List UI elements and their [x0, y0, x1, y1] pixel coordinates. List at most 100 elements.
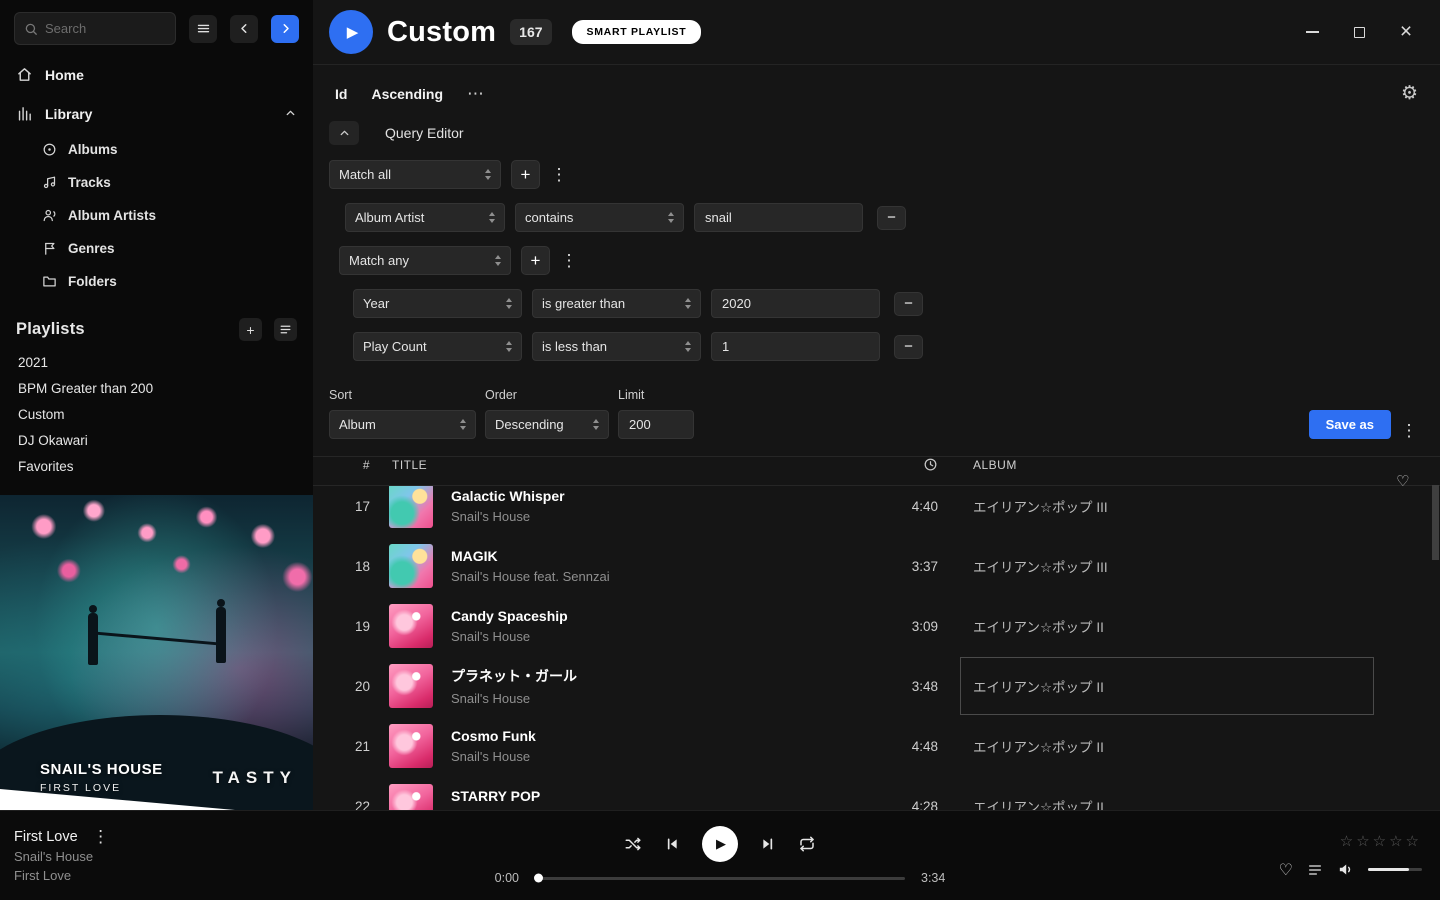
query-editor-collapse-button[interactable] — [329, 121, 359, 145]
sort-field-button[interactable]: Id — [335, 86, 347, 102]
volume-button[interactable] — [1337, 861, 1354, 878]
limit-label: Limit — [618, 388, 694, 402]
rule3-operator-select[interactable]: is less than — [532, 332, 701, 361]
sidebar-item-home[interactable]: Home — [0, 55, 313, 94]
rule2-value-input[interactable] — [711, 289, 880, 318]
sort-direction-button[interactable]: Ascending — [371, 86, 443, 102]
column-title[interactable]: TITLE — [392, 458, 435, 472]
now-playing-menu-button[interactable]: ⋮ — [92, 828, 110, 845]
now-playing-title[interactable]: First Love — [14, 829, 78, 845]
player-right: ☆☆☆☆☆ ♡ — [945, 832, 1426, 880]
rating-stars[interactable]: ☆☆☆☆☆ — [1340, 832, 1422, 850]
album-art-title: FIRST LOVE — [40, 782, 163, 794]
track-duration: 4:48 — [868, 739, 938, 754]
window-minimize-button[interactable] — [1304, 24, 1320, 40]
playlist-play-button[interactable]: ▶ — [329, 10, 373, 54]
rule1-field-select[interactable]: Album Artist — [345, 203, 505, 232]
playlist-view-button[interactable] — [274, 318, 297, 341]
kebab-icon: ⋮ — [551, 165, 568, 184]
scrollbar-thumb[interactable] — [1432, 485, 1439, 560]
queue-button[interactable] — [1307, 862, 1323, 878]
album-art-figures-arm — [96, 632, 218, 646]
now-playing-album-art[interactable]: SNAIL'S HOUSE FIRST LOVE TASTY — [0, 495, 313, 810]
player-bar: First Love ⋮ Snail's House First Love ▶ — [0, 810, 1440, 900]
track-artist: Snail's House feat. Sennzai — [451, 569, 868, 584]
add-playlist-button[interactable]: + — [239, 318, 262, 341]
add-rule-button-2[interactable]: + — [521, 246, 550, 275]
minimize-icon — [1306, 31, 1319, 33]
shuffle-button[interactable] — [624, 835, 642, 853]
volume-slider[interactable] — [1368, 868, 1422, 871]
playlist-item-favorites[interactable]: Favorites — [0, 453, 313, 479]
playlist-item-dj-okawari[interactable]: DJ Okawari — [0, 427, 313, 453]
now-playing-album[interactable]: First Love — [14, 868, 495, 883]
track-row-17[interactable]: 17 Galactic Whisper Snail's House 4:40 エ… — [313, 486, 1440, 536]
track-row-22[interactable]: 22 STARRY POP Snail's House 4:28 エイリアン☆ポ… — [313, 776, 1440, 810]
sidebar-item-folders[interactable]: Folders — [0, 265, 313, 298]
sort-select[interactable]: Album — [329, 410, 476, 439]
nav-back-button[interactable] — [230, 15, 258, 43]
rule3-value-input[interactable] — [711, 332, 880, 361]
add-rule-button-1[interactable]: + — [511, 160, 540, 189]
now-playing-artist[interactable]: Snail's House — [14, 849, 495, 864]
window-close-button[interactable]: × — [1398, 24, 1414, 40]
rule3-field-select[interactable]: Play Count — [353, 332, 522, 361]
playlist-item-bpm[interactable]: BPM Greater than 200 — [0, 375, 313, 401]
sidebar-item-library[interactable]: Library — [0, 94, 313, 133]
menu-button[interactable] — [189, 15, 217, 43]
shuffle-icon — [624, 835, 642, 853]
seek-bar[interactable] — [535, 877, 905, 880]
sidebar-item-albums[interactable]: Albums — [0, 133, 313, 166]
track-artist: Snail's House — [451, 809, 868, 810]
query-rule-3: Play Count is less than − — [353, 332, 1440, 361]
home-icon — [16, 66, 33, 83]
previous-track-button[interactable] — [664, 836, 680, 852]
playlist-item-2021[interactable]: 2021 — [0, 349, 313, 375]
limit-input[interactable] — [618, 410, 694, 439]
rule2-field-select[interactable]: Year — [353, 289, 522, 318]
column-index[interactable]: # — [313, 458, 373, 472]
focused-album-cell[interactable]: エイリアン☆ポップ II — [960, 657, 1374, 715]
elapsed-time: 0:00 — [495, 871, 519, 885]
track-row-19[interactable]: 19 Candy Spaceship Snail's House 3:09 エイ… — [313, 596, 1440, 656]
order-label: Order — [485, 388, 609, 402]
next-track-button[interactable] — [760, 836, 776, 852]
track-row-18[interactable]: 18 MAGIK Snail's House feat. Sennzai 3:3… — [313, 536, 1440, 596]
track-title: プラネット・ガール — [451, 666, 868, 686]
rule1-operator-select[interactable]: contains — [515, 203, 684, 232]
match-type-select-1[interactable]: Match all — [329, 160, 501, 189]
sidebar-item-tracks[interactable]: Tracks — [0, 166, 313, 199]
save-as-button[interactable]: Save as — [1309, 410, 1391, 439]
seek-knob[interactable] — [534, 874, 543, 883]
chevron-up-icon[interactable] — [284, 107, 297, 120]
save-menu-button[interactable]: ⋮ — [1400, 422, 1418, 439]
skip-previous-icon — [664, 836, 680, 852]
playlist-item-custom[interactable]: Custom — [0, 401, 313, 427]
column-album[interactable]: ALBUM — [970, 458, 1410, 472]
search-box[interactable] — [14, 12, 176, 45]
gear-icon[interactable]: ⚙ — [1401, 82, 1418, 105]
duration-clock-icon[interactable] — [923, 457, 938, 472]
favorite-heart-icon[interactable]: ♡ — [1279, 860, 1293, 880]
play-pause-button[interactable]: ▶ — [702, 826, 738, 862]
sidebar-item-album-artists[interactable]: Album Artists — [0, 199, 313, 232]
window-maximize-button[interactable] — [1351, 24, 1367, 40]
order-select[interactable]: Descending — [485, 410, 609, 439]
remove-rule2-button[interactable]: − — [894, 292, 923, 316]
track-row-20[interactable]: 20 プラネット・ガール Snail's House 3:48 エイリアン☆ポッ… — [313, 656, 1440, 716]
rule2-operator-select[interactable]: is greater than — [532, 289, 701, 318]
group-menu-button-2[interactable]: ⋮ — [560, 252, 578, 269]
album-art-artist: SNAIL'S HOUSE — [40, 761, 163, 778]
repeat-button[interactable] — [798, 835, 816, 853]
search-input[interactable] — [45, 21, 166, 36]
group-menu-button-1[interactable]: ⋮ — [550, 166, 568, 183]
match-type-select-2[interactable]: Match any — [339, 246, 511, 275]
more-options-icon[interactable]: ⋯ — [467, 84, 485, 104]
remove-rule1-button[interactable]: − — [877, 206, 906, 230]
window-controls: × — [1304, 24, 1424, 40]
track-row-21[interactable]: 21 Cosmo Funk Snail's House 4:48 エイリアン☆ポ… — [313, 716, 1440, 776]
sidebar-item-genres[interactable]: Genres — [0, 232, 313, 265]
nav-forward-button[interactable] — [271, 15, 299, 43]
remove-rule3-button[interactable]: − — [894, 335, 923, 359]
rule1-value-input[interactable] — [694, 203, 863, 232]
